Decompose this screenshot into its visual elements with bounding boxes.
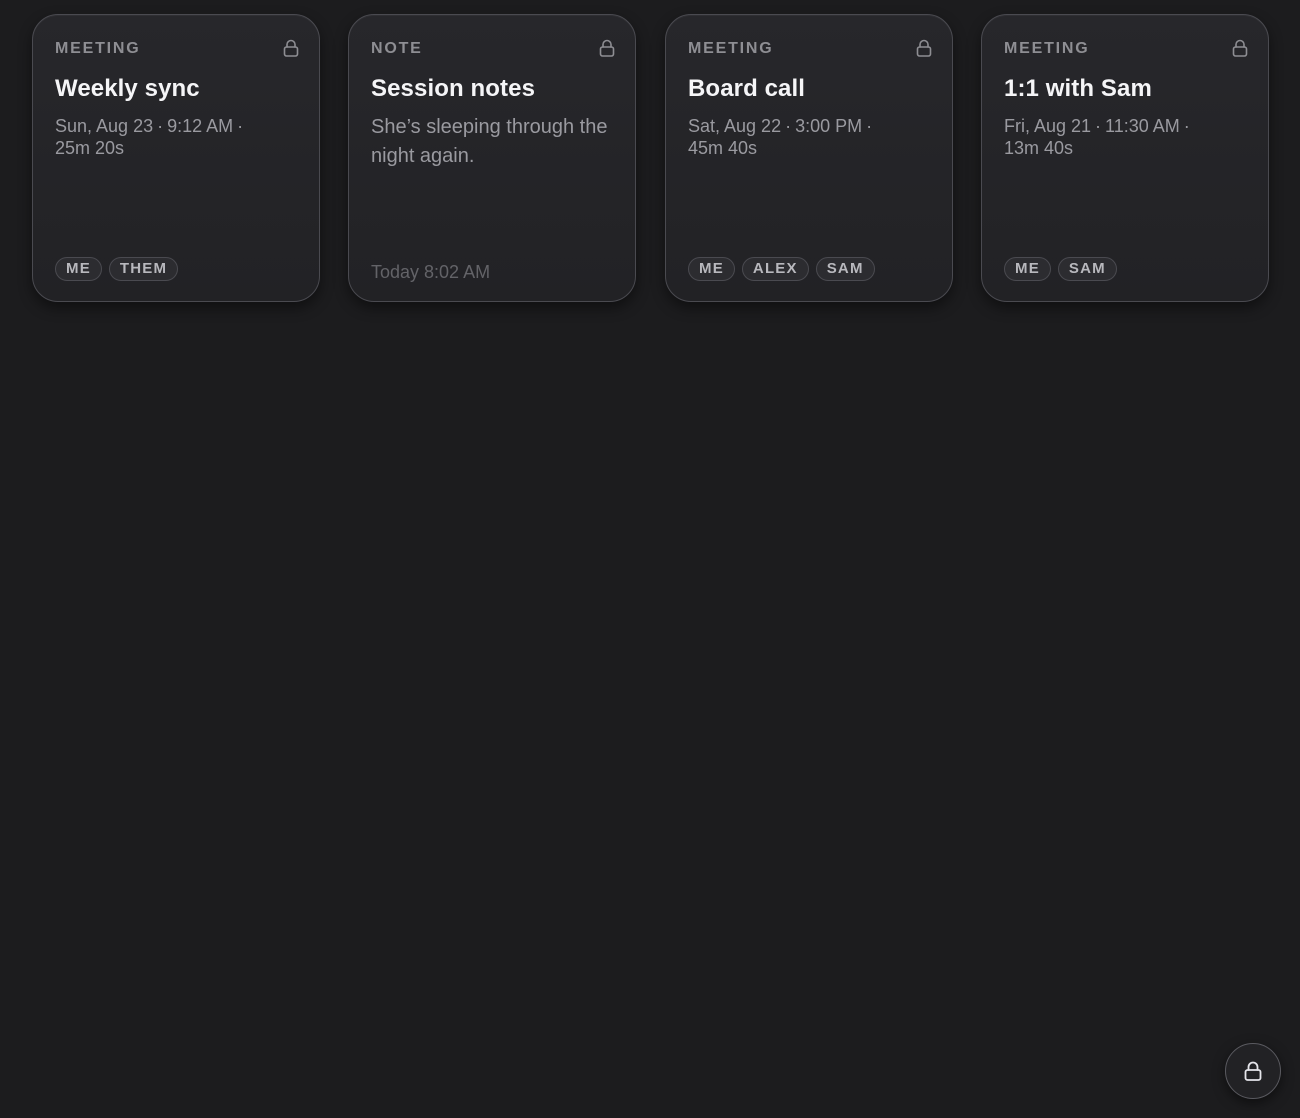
- lock-icon[interactable]: [914, 38, 934, 58]
- card-session-notes[interactable]: NOTE Session notes She’s sleeping throug…: [348, 14, 636, 302]
- meeting-time: 9:12 AM: [167, 116, 234, 136]
- meeting-date: Sat, Aug 22: [688, 116, 782, 136]
- app-canvas: MEETING Weekly sync Sun, Aug 23 · 9:12 AM ·…: [0, 0, 1300, 1118]
- card-title: 1:1 with Sam: [1004, 75, 1152, 102]
- meeting-duration: 25m 20s: [55, 138, 125, 158]
- lock-icon: [1244, 1061, 1262, 1081]
- participant-chips: ME SAM: [1004, 257, 1117, 281]
- card-meta: Sat, Aug 22 · 3:00 PM · 45m 40s: [688, 115, 928, 159]
- meta-separator: ·: [157, 116, 164, 136]
- participant-chip: THEM: [108, 257, 179, 281]
- card-board-call[interactable]: MEETING Board call Sat, Aug 22 · 3:00 PM · …: [665, 14, 953, 302]
- card-one-on-one-sam[interactable]: MEETING 1:1 with Sam Fri, Aug 21 · 11:30 A…: [981, 14, 1269, 302]
- card-meta: Fri, Aug 21 · 11:30 AM · 13m 40s: [1004, 115, 1244, 159]
- meta-separator: ·: [866, 116, 873, 136]
- meeting-time: 3:00 PM: [795, 116, 863, 136]
- card-weekly-sync[interactable]: MEETING Weekly sync Sun, Aug 23 · 9:12 AM ·…: [32, 14, 320, 302]
- lock-icon[interactable]: [597, 38, 617, 58]
- participant-chips: ME ALEX SAM: [688, 257, 875, 281]
- participant-chips: ME THEM: [55, 257, 179, 281]
- card-kind-label: NOTE: [371, 40, 423, 57]
- meta-separator: ·: [785, 116, 792, 136]
- card-title: Board call: [688, 75, 806, 102]
- meta-separator: ·: [1095, 116, 1102, 136]
- card-kind-label: MEETING: [688, 40, 774, 57]
- card-title: Weekly sync: [55, 75, 200, 102]
- participant-chip: ME: [1004, 257, 1051, 281]
- meeting-date: Sun, Aug 23: [55, 116, 154, 136]
- participant-chip: SAM: [1057, 257, 1117, 281]
- card-kind-label: MEETING: [1004, 40, 1090, 57]
- card-meta: Sun, Aug 23 · 9:12 AM · 25m 20s: [55, 115, 295, 159]
- meeting-time: 11:30 AM: [1105, 116, 1180, 136]
- participant-chip: ME: [55, 257, 102, 281]
- lock-icon[interactable]: [281, 38, 301, 58]
- note-timestamp: Today 8:02 AM: [371, 262, 491, 282]
- lock-all-button[interactable]: [1225, 1043, 1281, 1099]
- card-title: Session notes: [371, 75, 536, 102]
- lock-icon[interactable]: [1230, 38, 1250, 58]
- meeting-duration: 13m 40s: [1004, 138, 1074, 158]
- meta-separator: ·: [1183, 116, 1190, 136]
- participant-chip: ALEX: [741, 257, 809, 281]
- meeting-duration: 45m 40s: [688, 138, 758, 158]
- meeting-date: Fri, Aug 21: [1004, 116, 1092, 136]
- meta-separator: ·: [237, 116, 244, 136]
- note-preview: She’s sleeping through the night again.: [371, 116, 608, 167]
- participant-chip: ME: [688, 257, 735, 281]
- card-kind-label: MEETING: [55, 40, 141, 57]
- participant-chip: SAM: [815, 257, 875, 281]
